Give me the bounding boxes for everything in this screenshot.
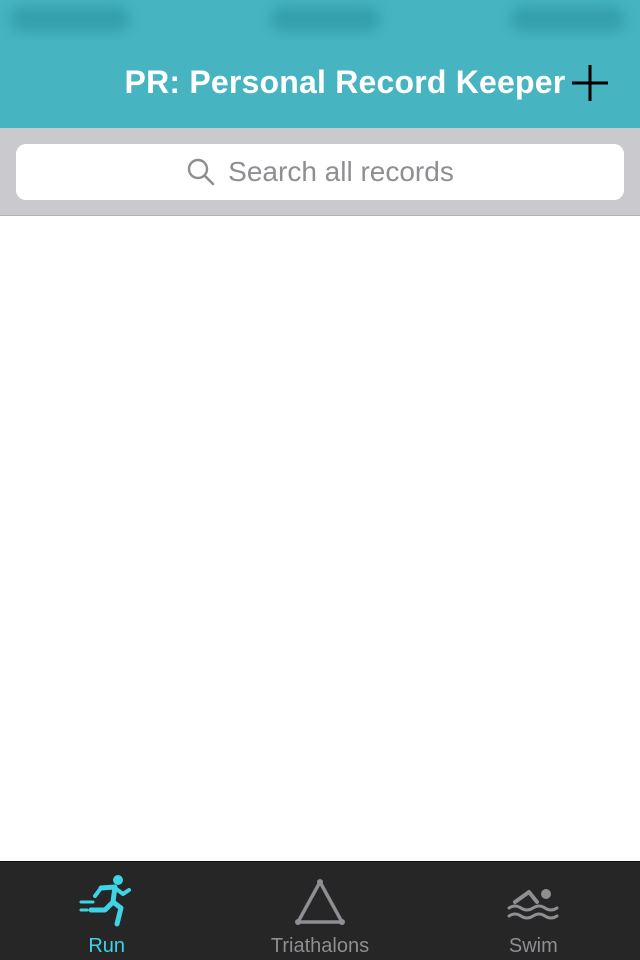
tab-swim-label: Swim [508, 935, 558, 957]
search-input[interactable]: Search all records [16, 144, 624, 200]
navigation-bar: PR: Personal Record Keeper [0, 40, 640, 128]
tab-swim[interactable]: Swim [427, 862, 640, 960]
search-placeholder: Search all records [228, 156, 454, 187]
plus-icon [572, 65, 608, 101]
search-bar: Search all records [0, 128, 640, 216]
triangle-icon [294, 879, 345, 925]
tab-bar: Run Triathalons Swim [0, 861, 640, 960]
status-bar-blurred-left [10, 6, 130, 32]
tab-run[interactable]: Run [0, 862, 213, 960]
status-bar-blurred-center [270, 6, 380, 32]
records-list [0, 216, 640, 861]
tab-run-label: Run [88, 935, 126, 957]
status-bar [0, 0, 640, 40]
swimmer-icon [507, 889, 559, 920]
page-title: PR: Personal Record Keeper [124, 64, 566, 100]
status-bar-blurred-right [510, 6, 625, 32]
add-record-button[interactable] [570, 63, 610, 103]
runner-icon [79, 875, 131, 927]
search-icon [187, 158, 215, 186]
tab-triathalons[interactable]: Triathalons [213, 862, 426, 960]
tab-triathalons-label: Triathalons [270, 935, 370, 957]
app-screen: PR: Personal Record Keeper Search all re… [0, 0, 640, 960]
